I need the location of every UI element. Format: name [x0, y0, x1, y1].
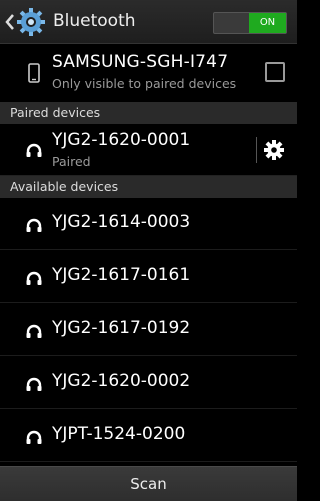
headset-icon — [26, 324, 42, 338]
page-title: Bluetooth — [53, 11, 136, 31]
available-device-row[interactable]: YJG2-1617-0161 — [0, 251, 297, 303]
available-device-row[interactable]: YJG2-1617-0192 — [0, 304, 297, 356]
settings-gear-app-icon[interactable] — [16, 7, 46, 37]
scan-button[interactable]: Scan — [0, 466, 297, 501]
this-device-row[interactable]: SAMSUNG-SGH-I747 Only visible to paired … — [0, 44, 297, 102]
section-header-available: Available devices — [0, 176, 297, 198]
visibility-status: Only visible to paired devices — [52, 76, 237, 91]
headset-icon — [26, 430, 42, 444]
paired-device-status: Paired — [52, 154, 91, 169]
toggle-on-label: ON — [249, 13, 286, 33]
available-device-row[interactable]: YJG2-1620-0002 — [0, 357, 297, 409]
paired-device-name: YJG2-1620-0001 — [52, 130, 191, 150]
available-device-name: YJG2-1620-0002 — [52, 371, 191, 391]
this-device-name: SAMSUNG-SGH-I747 — [52, 52, 229, 72]
divider — [256, 137, 257, 163]
headset-icon — [26, 377, 42, 391]
available-device-name: YJG2-1614-0003 — [52, 212, 191, 232]
available-device-row[interactable]: YJPT-1524-0200 — [0, 410, 297, 462]
available-device-row[interactable]: YJG2-1614-0003 — [0, 198, 297, 250]
visibility-checkbox[interactable] — [265, 62, 285, 82]
paired-device-row[interactable]: YJG2-1620-0001 Paired — [0, 124, 297, 176]
available-device-name: YJPT-1524-0200 — [52, 424, 186, 444]
headset-icon — [26, 218, 42, 232]
bluetooth-toggle[interactable]: ON — [213, 12, 287, 34]
back-chevron-icon[interactable] — [3, 12, 17, 32]
action-bar: Bluetooth ON — [0, 0, 297, 44]
available-device-name: YJG2-1617-0192 — [52, 318, 191, 338]
gear-icon[interactable] — [263, 139, 285, 161]
headset-icon — [26, 271, 42, 285]
phone-icon — [28, 63, 40, 83]
section-header-paired: Paired devices — [0, 102, 297, 124]
headset-icon — [26, 143, 42, 157]
available-device-name: YJG2-1617-0161 — [52, 265, 191, 285]
